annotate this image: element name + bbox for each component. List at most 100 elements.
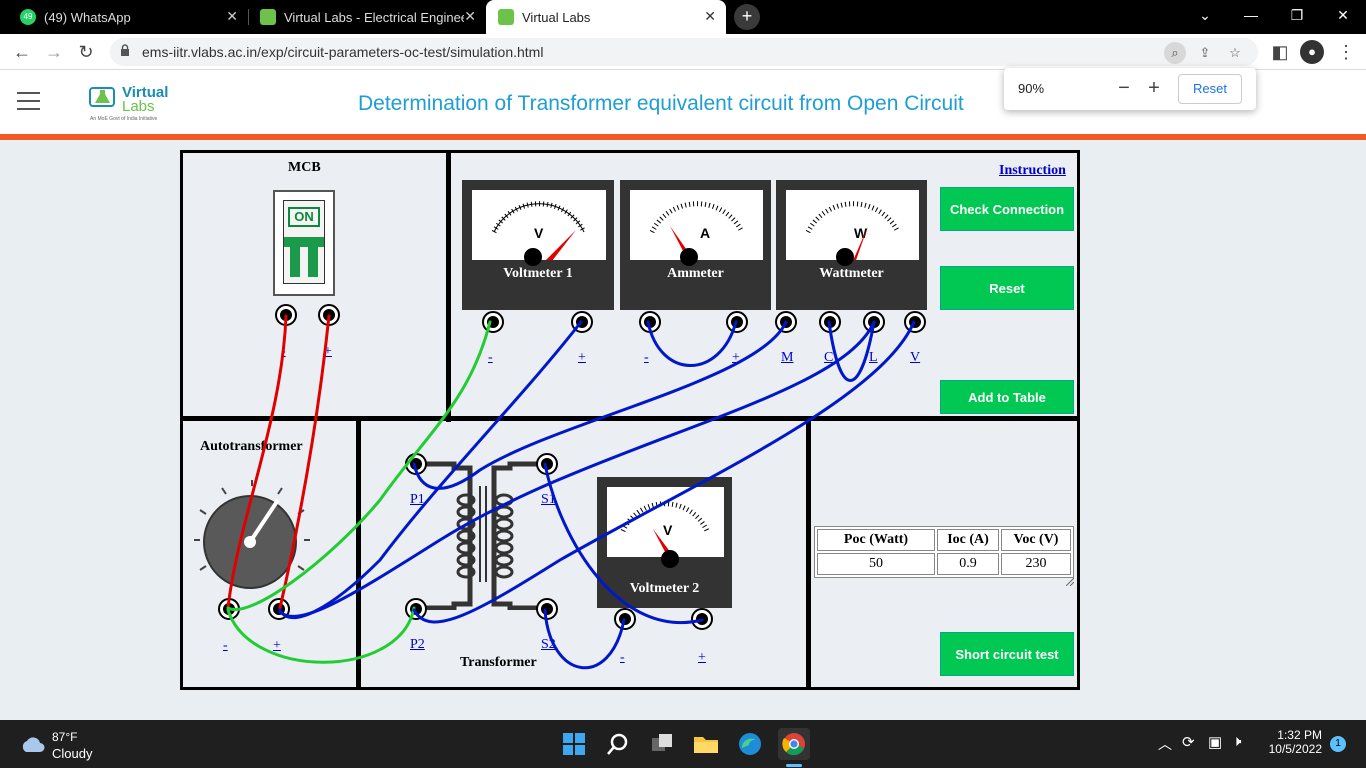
- side-panel-icon[interactable]: ◧: [1268, 40, 1292, 64]
- wattmeter-label-l: L: [869, 350, 878, 365]
- tab-title: (49) WhatsApp: [44, 9, 131, 25]
- transformer-label-s1: S1: [541, 492, 556, 507]
- voltmeter2-terminal-minus[interactable]: [614, 608, 636, 630]
- column-header: Voc (V): [1001, 529, 1071, 551]
- short-circuit-test-button[interactable]: Short circuit test: [940, 632, 1074, 676]
- transformer-terminal-s1[interactable]: [536, 453, 558, 475]
- mcb-terminal-minus[interactable]: [275, 304, 297, 326]
- instruction-link[interactable]: Instruction: [999, 163, 1066, 179]
- file-explorer-icon[interactable]: [690, 728, 722, 760]
- url-field[interactable]: ems-iitr.vlabs.ac.in/exp/circuit-paramet…: [110, 38, 1258, 66]
- zoom-reset-button[interactable]: Reset: [1178, 74, 1242, 104]
- tab-title: Virtual Labs - Electrical Engineerin: [284, 9, 464, 25]
- transformer-terminal-s2[interactable]: [536, 598, 558, 620]
- bookmark-star-icon[interactable]: ☆: [1224, 42, 1246, 64]
- ammeter-terminal-minus[interactable]: [639, 311, 661, 333]
- edge-icon[interactable]: [734, 728, 766, 760]
- voltmeter1-terminal-minus[interactable]: [482, 311, 504, 333]
- tab-virtual-labs[interactable]: Virtual Labs ✕: [486, 0, 726, 34]
- voltmeter1-terminal-plus[interactable]: [571, 311, 593, 333]
- autotransformer-title: Autotransformer: [200, 439, 303, 454]
- divider: [356, 416, 361, 690]
- voltmeter2-terminal-plus[interactable]: [691, 608, 713, 630]
- ammeter-terminal-plus[interactable]: [726, 311, 748, 333]
- sync-icon[interactable]: ⟳: [1182, 733, 1195, 751]
- notification-badge[interactable]: 1: [1330, 736, 1346, 752]
- weather-temp: 87°F: [52, 730, 78, 744]
- window-close-button[interactable]: ✕: [1320, 0, 1366, 30]
- wattmeter-terminal-v[interactable]: [904, 311, 926, 333]
- virtual-labs-logo[interactable]: Virtual Labs An MoE Govt of India Initia…: [88, 80, 178, 124]
- reset-button[interactable]: Reset: [940, 266, 1074, 310]
- tab-search-icon[interactable]: ⌄: [1182, 0, 1228, 30]
- autotransformer-terminal-minus[interactable]: [218, 598, 240, 620]
- meter-name: Wattmeter: [819, 266, 884, 281]
- share-icon[interactable]: ⇪: [1194, 42, 1216, 64]
- windows-start-icon[interactable]: [558, 728, 590, 760]
- wattmeter-terminal-c[interactable]: [819, 311, 841, 333]
- check-connection-button[interactable]: Check Connection: [940, 187, 1074, 231]
- taskbar-clock[interactable]: 1:32 PM 10/5/2022: [1262, 728, 1322, 756]
- meter-symbol: A: [700, 225, 710, 241]
- voltmeter-1: V Voltmeter 1: [462, 180, 614, 310]
- mcb-lever[interactable]: [284, 237, 324, 247]
- minimize-button[interactable]: —: [1228, 0, 1274, 30]
- close-icon[interactable]: ✕: [704, 8, 716, 25]
- search-icon[interactable]: [602, 728, 634, 760]
- close-icon[interactable]: ✕: [226, 8, 238, 25]
- zoom-in-button[interactable]: +: [1142, 76, 1166, 100]
- wattmeter: W Wattmeter: [776, 180, 927, 310]
- clock-date: 10/5/2022: [1268, 742, 1322, 756]
- hamburger-menu-icon[interactable]: [17, 92, 40, 110]
- meter-face: A: [630, 190, 763, 270]
- divider: [806, 416, 811, 690]
- transformer-label-p2: P2: [410, 637, 425, 652]
- transformer-label-p1: P1: [410, 492, 425, 507]
- speaker-muted-icon[interactable]: 🕨: [1232, 733, 1241, 750]
- forward-button[interactable]: →: [42, 40, 66, 64]
- tab-whatsapp[interactable]: 49 (49) WhatsApp ✕: [8, 0, 248, 34]
- zoom-icon[interactable]: ⌕: [1164, 42, 1186, 64]
- chevron-up-icon[interactable]: ︿: [1158, 734, 1172, 754]
- wattmeter-label-m: M: [781, 350, 794, 365]
- meter-name: Voltmeter 2: [629, 581, 700, 596]
- maximize-button[interactable]: ❐: [1274, 0, 1320, 30]
- wattmeter-terminal-m[interactable]: [775, 311, 797, 333]
- transformer-terminal-p1[interactable]: [405, 453, 427, 475]
- task-view-icon[interactable]: [646, 728, 678, 760]
- close-icon[interactable]: ✕: [464, 8, 476, 25]
- meter-symbol: V: [663, 522, 673, 538]
- reload-button[interactable]: ↻: [74, 40, 98, 64]
- meter-face: V: [607, 487, 724, 567]
- voltmeter1-label-minus: -: [488, 350, 493, 365]
- wattmeter-label-c: C: [824, 350, 834, 365]
- whatsapp-icon: 49: [20, 9, 36, 25]
- menu-kebab-icon[interactable]: ⋮: [1334, 40, 1358, 64]
- resize-handle-icon[interactable]: [1066, 578, 1074, 586]
- ammeter-label-minus: -: [644, 350, 649, 365]
- chrome-icon[interactable]: [778, 728, 810, 760]
- mcb-switch[interactable]: ON: [273, 190, 335, 296]
- mcb-title: MCB: [288, 160, 321, 175]
- meter-face: W: [786, 190, 919, 270]
- profile-avatar[interactable]: ●: [1300, 40, 1324, 64]
- mcb-terminal-plus[interactable]: [318, 304, 340, 326]
- tab-virtual-labs-ee[interactable]: Virtual Labs - Electrical Engineerin ✕: [248, 0, 486, 34]
- table-cell: 0.9: [937, 553, 999, 575]
- meter-symbol: V: [534, 225, 544, 241]
- divider: [180, 416, 1080, 421]
- autotransformer-terminal-plus[interactable]: [268, 598, 290, 620]
- meter-pivot: [661, 550, 679, 568]
- browser-tab-strip: 49 (49) WhatsApp ✕ Virtual Labs - Electr…: [0, 0, 1366, 34]
- back-button[interactable]: ←: [10, 40, 34, 64]
- add-to-table-button[interactable]: Add to Table: [940, 380, 1074, 414]
- table-header-row: Poc (Watt) Ioc (A) Voc (V): [817, 529, 1071, 551]
- wattmeter-terminal-l[interactable]: [863, 311, 885, 333]
- table-cell: 230: [1001, 553, 1071, 575]
- network-icon[interactable]: ▣: [1208, 733, 1222, 751]
- zoom-out-button[interactable]: −: [1112, 76, 1136, 100]
- new-tab-button[interactable]: +: [734, 4, 760, 30]
- transformer-label-s2: S2: [541, 637, 556, 652]
- transformer-terminal-p2[interactable]: [405, 598, 427, 620]
- autotransformer-knob[interactable]: [190, 478, 314, 600]
